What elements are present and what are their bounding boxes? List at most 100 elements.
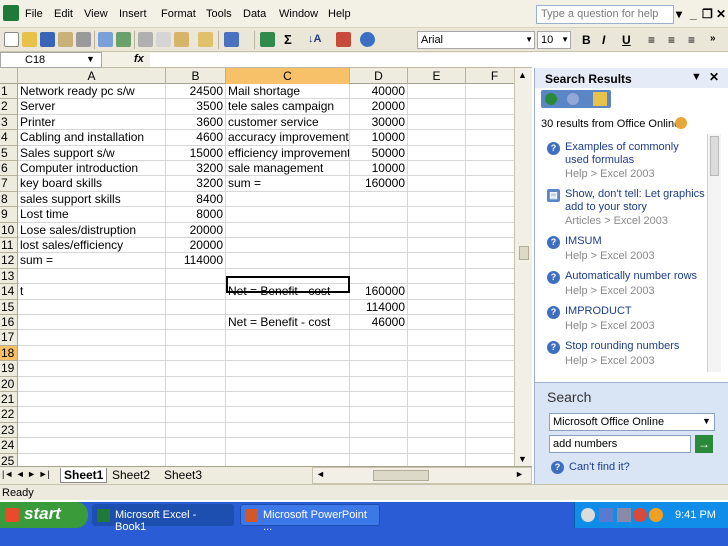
grid-cell[interactable] <box>226 345 350 362</box>
grid-cell[interactable] <box>18 268 166 285</box>
minimize-icon[interactable]: _ <box>690 7 697 21</box>
pane-scrollbar[interactable] <box>707 134 721 372</box>
grid-cell[interactable] <box>350 392 408 408</box>
cant-find-link[interactable]: Can't find it? <box>569 461 630 473</box>
grid-cell[interactable] <box>408 99 466 115</box>
print-preview-icon[interactable] <box>98 32 113 47</box>
row-header[interactable]: 9 <box>0 207 18 223</box>
align-right-icon[interactable]: ≡ <box>688 33 695 47</box>
column-header[interactable]: D <box>350 68 408 84</box>
save-icon[interactable] <box>40 32 55 47</box>
autosum-icon[interactable]: Σ <box>284 32 292 47</box>
grid-cell[interactable] <box>226 191 350 208</box>
volume-icon[interactable] <box>617 508 631 522</box>
chart-wizard-icon[interactable] <box>336 32 351 47</box>
row-header[interactable]: 4 <box>0 130 18 146</box>
grid-cell[interactable]: accuracy improvement <box>226 130 350 146</box>
menu-format[interactable]: Format <box>161 8 196 20</box>
grid-cell[interactable] <box>166 376 226 392</box>
row-header[interactable]: 17 <box>0 330 18 346</box>
grid-cell[interactable] <box>350 438 408 454</box>
grid-cell[interactable] <box>226 422 350 439</box>
grid-cell[interactable] <box>408 361 466 377</box>
grid-cell[interactable]: 8400 <box>166 191 226 208</box>
grid-cell[interactable] <box>350 253 408 269</box>
grid-cell[interactable]: sale management <box>226 161 350 177</box>
grid-cell[interactable]: 20000 <box>350 99 408 115</box>
grid-cell[interactable] <box>18 407 166 423</box>
grid-cell[interactable] <box>408 330 466 346</box>
grid-cell[interactable]: 3200 <box>166 161 226 177</box>
go-arrow-icon[interactable]: → <box>695 435 713 453</box>
grid-cell[interactable] <box>226 207 350 223</box>
ask-question-input[interactable]: Type a question for help <box>536 5 674 24</box>
open-icon[interactable] <box>22 32 37 47</box>
grid-cell[interactable]: Mail shortage <box>226 84 350 100</box>
grid-cell[interactable] <box>408 238 466 254</box>
grid-cell[interactable] <box>226 453 350 466</box>
menu-data[interactable]: Data <box>243 8 266 20</box>
grid-cell[interactable]: 15000 <box>166 145 226 161</box>
grid-cell[interactable]: 24500 <box>166 84 226 100</box>
grid-cell[interactable] <box>226 407 350 423</box>
result-link[interactable]: IMPRODUCT <box>565 305 705 318</box>
column-header[interactable]: B <box>166 68 226 84</box>
row-header[interactable]: 1 <box>0 84 18 100</box>
row-header[interactable]: 15 <box>0 299 18 315</box>
bold-button[interactable]: B <box>582 33 591 47</box>
grid-cell[interactable]: tele sales campaign <box>226 99 350 115</box>
menu-insert[interactable]: Insert <box>119 8 147 20</box>
scroll-thumb[interactable] <box>519 246 529 260</box>
grid-cell[interactable] <box>226 222 350 238</box>
result-link[interactable]: Stop rounding numbers <box>565 340 705 353</box>
grid-cell[interactable]: 40000 <box>350 84 408 100</box>
grid-cell[interactable] <box>166 284 226 300</box>
grid-cell[interactable] <box>226 330 350 346</box>
grid-cell[interactable] <box>408 453 466 466</box>
grid-cell[interactable] <box>166 361 226 377</box>
toolbar-options-icon[interactable]: » <box>710 33 716 44</box>
grid-cell[interactable] <box>18 345 166 362</box>
grid-cell[interactable] <box>408 376 466 392</box>
result-link[interactable]: Automatically number rows <box>565 270 705 283</box>
grid-cell[interactable]: lost sales/efficiency <box>18 238 166 254</box>
menu-view[interactable]: View <box>84 8 108 20</box>
grid-cell[interactable]: 8000 <box>166 207 226 223</box>
grid-cell[interactable]: t <box>18 284 166 300</box>
grid-cell[interactable]: key board skills <box>18 176 166 192</box>
result-link[interactable]: Examples of commonly used formulas <box>565 141 705 167</box>
grid-cell[interactable]: 3500 <box>166 99 226 115</box>
grid-cell[interactable] <box>408 161 466 177</box>
grid-cell[interactable] <box>408 176 466 192</box>
grid-cell[interactable]: 10000 <box>350 130 408 146</box>
grid-cell[interactable] <box>350 361 408 377</box>
grid-cell[interactable]: 46000 <box>350 315 408 331</box>
grid-cell[interactable] <box>350 376 408 392</box>
grid-cell[interactable]: 10000 <box>350 161 408 177</box>
grid-cell[interactable] <box>18 392 166 408</box>
scroll-thumb[interactable] <box>373 470 429 481</box>
selected-cell-c18[interactable] <box>226 276 350 293</box>
menu-window[interactable]: Window <box>279 8 318 20</box>
grid-cell[interactable] <box>166 268 226 285</box>
row-header[interactable]: 20 <box>0 376 18 392</box>
tray-expand-icon[interactable] <box>581 508 595 522</box>
home-icon[interactable] <box>593 92 607 106</box>
row-header[interactable]: 16 <box>0 315 18 331</box>
search-query-input[interactable]: add numbers <box>549 435 691 453</box>
grid-cell[interactable]: Printer <box>18 114 166 131</box>
grid-cell[interactable] <box>408 145 466 161</box>
help-icon[interactable] <box>360 32 375 47</box>
grid-cell[interactable] <box>408 392 466 408</box>
grid-cell[interactable] <box>166 438 226 454</box>
chevron-right-icon[interactable]: ► <box>515 469 524 479</box>
grid-cell[interactable] <box>18 453 166 466</box>
grid-cell[interactable] <box>350 330 408 346</box>
row-header[interactable]: 11 <box>0 238 18 254</box>
grid-cell[interactable] <box>226 438 350 454</box>
row-header[interactable]: 13 <box>0 268 18 285</box>
pane-menu-icon[interactable]: ▼ <box>691 71 702 83</box>
grid-cell[interactable] <box>350 407 408 423</box>
grid-cell[interactable] <box>18 361 166 377</box>
grid-cell[interactable] <box>350 222 408 238</box>
